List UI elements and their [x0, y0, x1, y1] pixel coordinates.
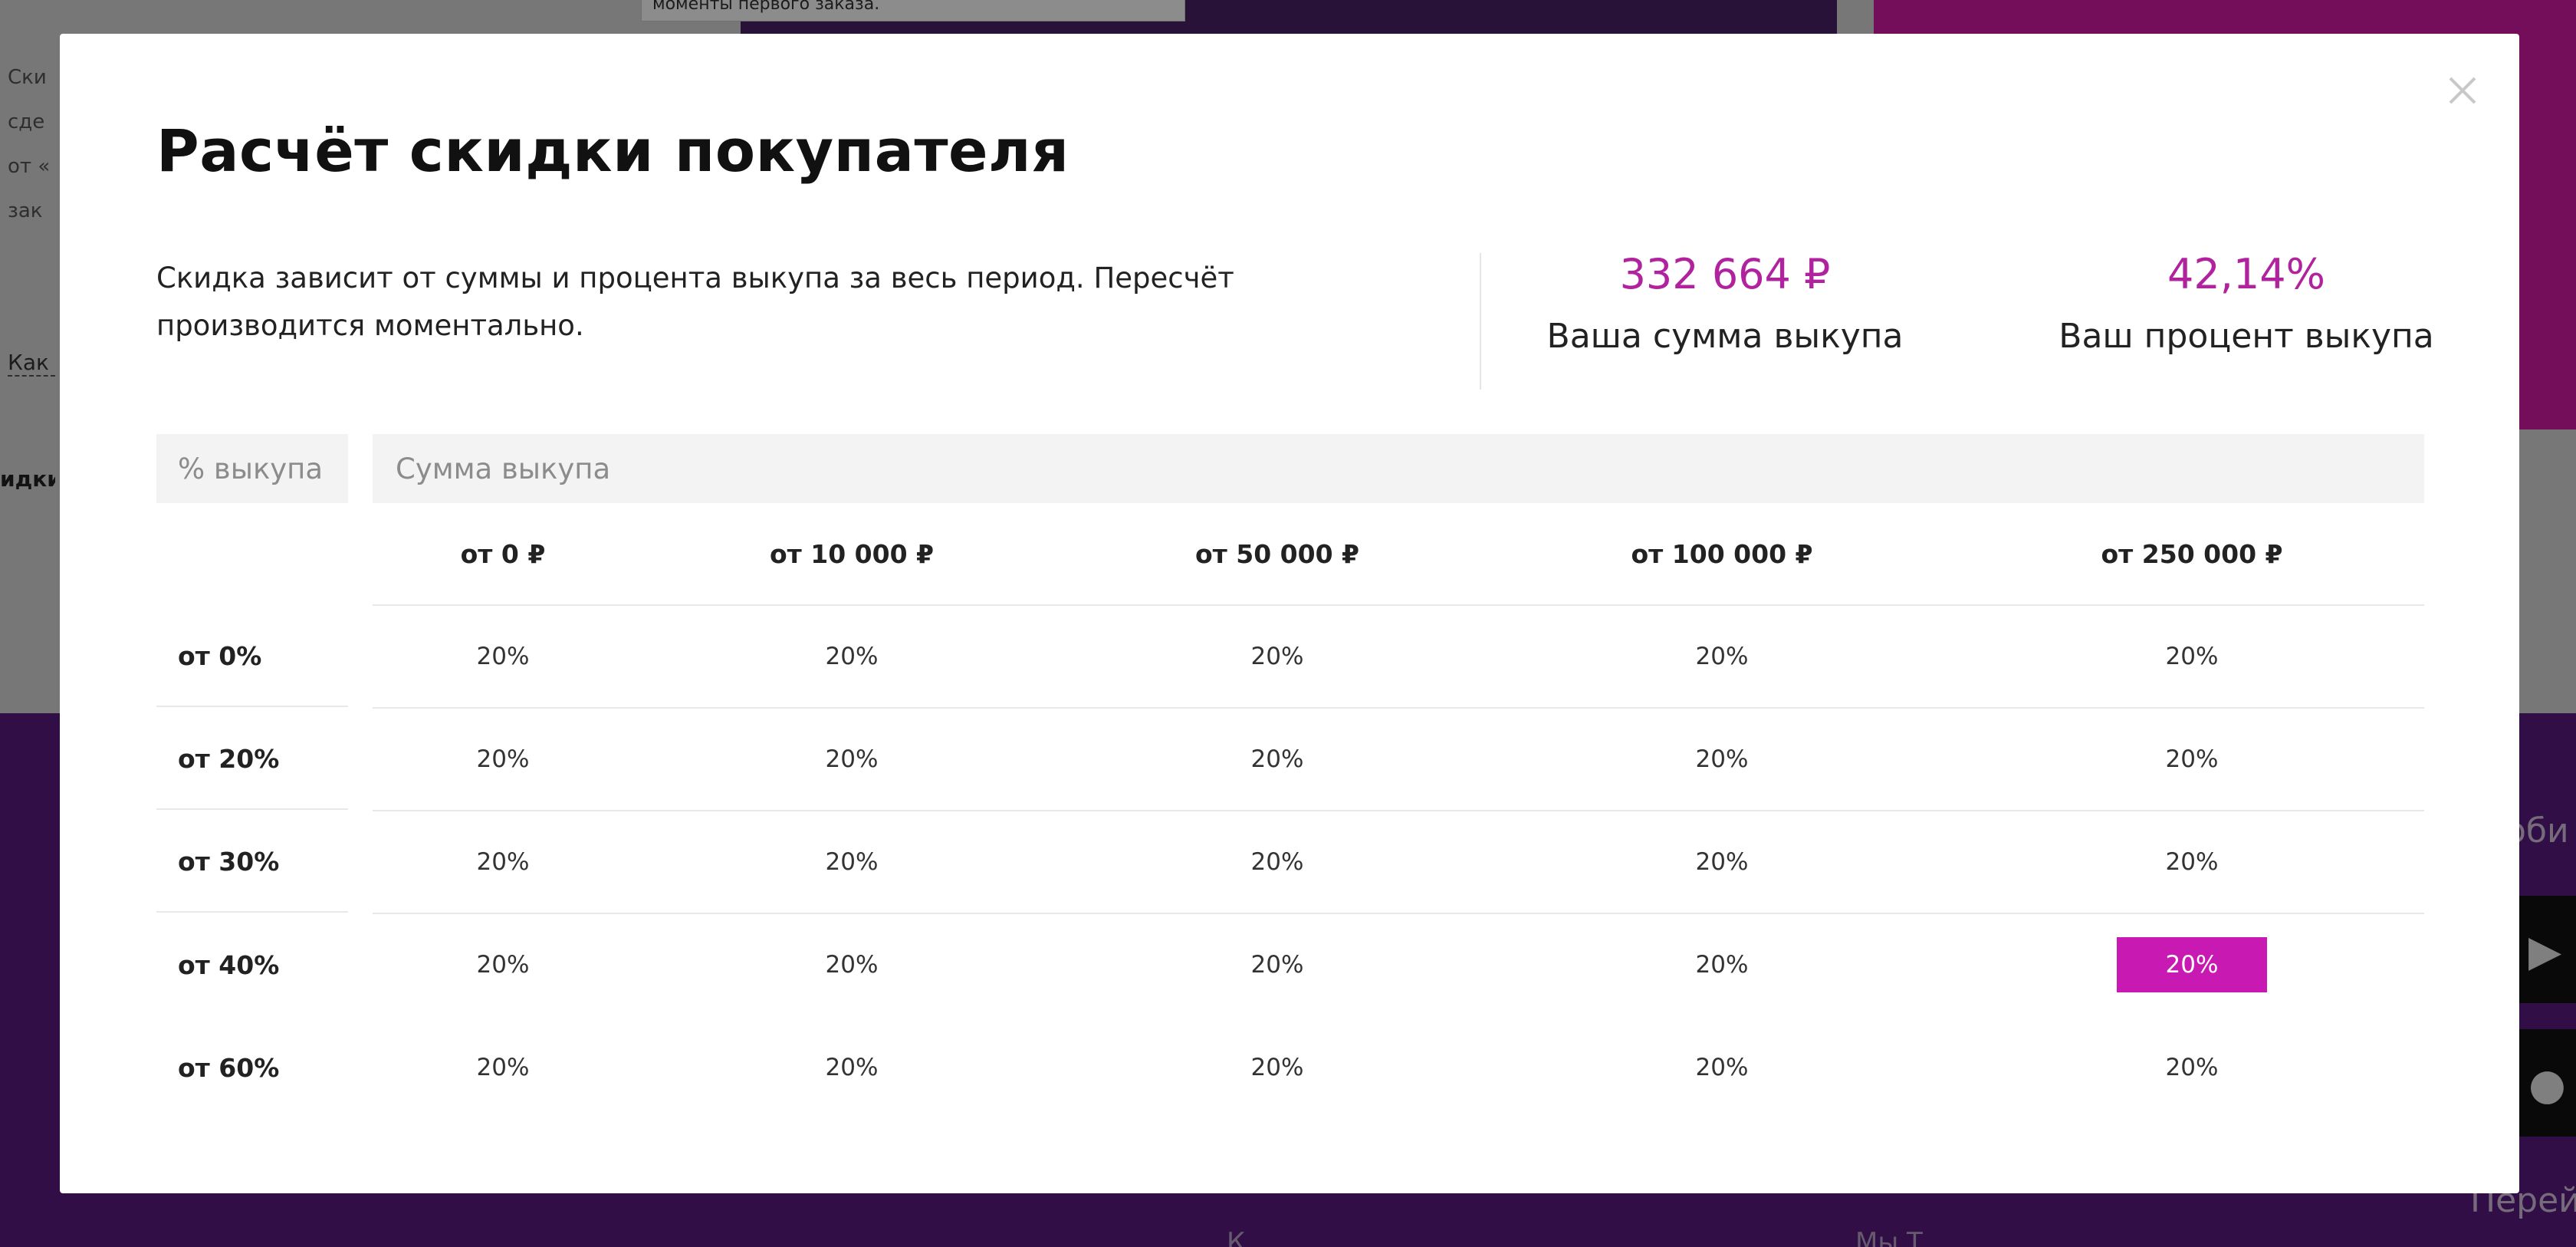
percent-threshold-label: от 60%: [178, 1052, 280, 1083]
sum-threshold-header: от 50 000 ₽: [1194, 538, 1360, 569]
discount-cell-active: 20%: [1960, 914, 2424, 1015]
discount-value: 20%: [825, 951, 879, 979]
table-row-cells: 20% 20% 20% 20% 20%: [373, 811, 2424, 914]
discount-cell: 20%: [1070, 709, 1484, 810]
table-row: от 40% 20% 20% 20% 20% 20%: [156, 914, 2424, 1017]
sum-thresholds-row: от 0 ₽ от 10 000 ₽ от 50 000 ₽ от 100 00…: [373, 503, 2424, 606]
discount-value: 20%: [1250, 951, 1304, 979]
discount-cell: 20%: [1960, 1017, 2424, 1118]
table-row: от 30% 20% 20% 20% 20% 20%: [156, 811, 2424, 914]
discount-value: 20%: [1250, 848, 1304, 876]
sum-threshold-header: от 100 000 ₽: [1631, 538, 1813, 569]
percent-threshold-label: от 40%: [178, 949, 280, 980]
discount-cell: 20%: [1070, 606, 1484, 707]
discount-cell: 20%: [1070, 811, 1484, 913]
discount-value: 20%: [1695, 951, 1749, 979]
discount-modal: Расчёт скидки покупателя Скидка зависит …: [60, 34, 2519, 1193]
discount-value: 20%: [1695, 848, 1749, 876]
discount-value: 20%: [2165, 848, 2219, 876]
discount-cell: 20%: [1484, 914, 1960, 1015]
discount-cell: 20%: [373, 709, 633, 810]
discount-value: 20%: [825, 1054, 879, 1081]
table-row-cells: 20% 20% 20% 20% 20%: [373, 914, 2424, 1017]
discount-value: 20%: [1695, 1054, 1749, 1081]
purchase-sum-value: 332 664 ₽: [1619, 250, 1831, 298]
percent-threshold-label: от 20%: [156, 709, 348, 810]
discount-value: 20%: [1250, 745, 1304, 773]
discount-cell: 20%: [1484, 1017, 1960, 1118]
discount-value: 20%: [825, 745, 879, 773]
discount-cell: 20%: [1070, 914, 1484, 1015]
modal-title: Расчёт скидки покупателя: [156, 117, 1070, 185]
discount-value: 20%: [2165, 745, 2219, 773]
table-row-cells: 20% 20% 20% 20% 20%: [373, 606, 2424, 709]
percent-threshold-label: от 0%: [156, 606, 348, 707]
discount-value: 20%: [476, 643, 530, 670]
discount-value: 20%: [476, 848, 530, 876]
table-row: от 60% 20% 20% 20% 20% 20%: [156, 1017, 2424, 1120]
discount-cell: 20%: [1070, 1017, 1484, 1118]
discount-value-highlighted: 20%: [2117, 937, 2267, 992]
discount-value: 20%: [825, 848, 879, 876]
modal-description: Скидка зависит от суммы и процента выкуп…: [156, 262, 1234, 342]
purchase-percent-label: Ваш процент выкупа: [2058, 317, 2434, 356]
table-row-cells: 20% 20% 20% 20% 20%: [373, 709, 2424, 811]
table-row: от 0% 20% 20% 20% 20% 20%: [156, 606, 2424, 709]
discount-cell: 20%: [633, 914, 1070, 1015]
discount-value: 20%: [1695, 643, 1749, 670]
stats-divider: [1480, 253, 1481, 390]
discount-value: 20%: [2165, 643, 2219, 670]
discount-value: 20%: [825, 643, 879, 670]
purchase-percent-stat: 42,14% Ваш процент выкупа: [2016, 245, 2476, 370]
percent-threshold-label: от 30%: [156, 811, 348, 913]
close-icon: [2449, 77, 2476, 104]
table-row: от 20% 20% 20% 20% 20% 20%: [156, 709, 2424, 811]
sum-threshold-header: от 250 000 ₽: [2101, 538, 2283, 569]
discount-cell: 20%: [633, 606, 1070, 707]
discount-value: 20%: [476, 745, 530, 773]
discount-cell: 20%: [373, 811, 633, 913]
discount-cell: 20%: [1484, 606, 1960, 707]
discount-cell: 20%: [1960, 811, 2424, 913]
discount-value: 20%: [476, 951, 530, 979]
discount-value: 20%: [1250, 1054, 1304, 1081]
sum-column-header: Сумма выкупа: [373, 434, 2424, 503]
purchase-sum-stat: 332 664 ₽ Ваша сумма выкупа: [1526, 245, 1924, 370]
percent-column-header: % выкупа: [156, 434, 348, 503]
sum-threshold-header: от 10 000 ₽: [769, 538, 935, 569]
discount-value: 20%: [2165, 1054, 2219, 1081]
discount-cell: 20%: [373, 914, 633, 1015]
discount-cell: 20%: [1484, 811, 1960, 913]
discount-value: 20%: [476, 1054, 530, 1081]
close-button[interactable]: [2440, 67, 2486, 114]
discount-cell: 20%: [373, 606, 633, 707]
purchase-sum-label: Ваша сумма выкупа: [1546, 317, 1904, 356]
purchase-percent-value: 42,14%: [2167, 250, 2325, 298]
discount-cell: 20%: [633, 1017, 1070, 1118]
discount-value: 20%: [1695, 745, 1749, 773]
table-row-cells: 20% 20% 20% 20% 20%: [373, 1017, 2424, 1120]
discount-cell: 20%: [373, 1017, 633, 1118]
sum-threshold-header: от 0 ₽: [460, 538, 546, 569]
discount-cell: 20%: [1960, 606, 2424, 707]
discount-cell: 20%: [1960, 709, 2424, 810]
discount-value: 20%: [1250, 643, 1304, 670]
discount-cell: 20%: [633, 709, 1070, 810]
discount-cell: 20%: [633, 811, 1070, 913]
discount-cell: 20%: [1484, 709, 1960, 810]
